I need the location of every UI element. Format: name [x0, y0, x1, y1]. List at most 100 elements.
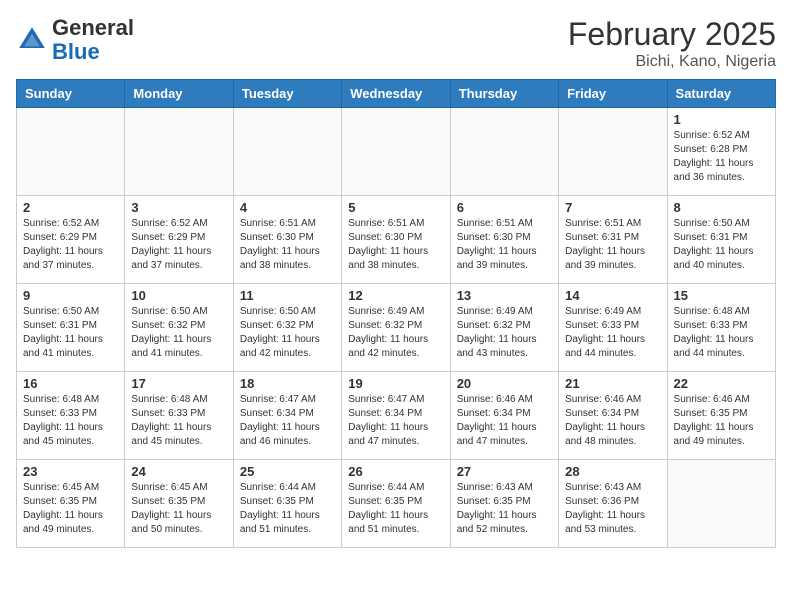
cell-content: Sunrise: 6:50 AM Sunset: 6:31 PM Dayligh… — [674, 217, 769, 273]
calendar-cell — [233, 108, 341, 196]
calendar-cell — [125, 108, 233, 196]
cell-content: Sunrise: 6:49 AM Sunset: 6:32 PM Dayligh… — [457, 305, 552, 361]
calendar-cell: 21 Sunrise: 6:46 AM Sunset: 6:34 PM Dayli… — [559, 372, 667, 460]
calendar-cell: 3 Sunrise: 6:52 AM Sunset: 6:29 PM Daylig… — [125, 196, 233, 284]
calendar-cell: 10 Sunrise: 6:50 AM Sunset: 6:32 PM Dayli… — [125, 284, 233, 372]
day-number: 9 — [23, 288, 118, 303]
logo-blue: Blue — [52, 39, 100, 64]
weekday-friday: Friday — [559, 80, 667, 108]
weekday-saturday: Saturday — [667, 80, 775, 108]
weekday-monday: Monday — [125, 80, 233, 108]
cell-content: Sunrise: 6:49 AM Sunset: 6:33 PM Dayligh… — [565, 305, 660, 361]
cell-content: Sunrise: 6:51 AM Sunset: 6:31 PM Dayligh… — [565, 217, 660, 273]
cell-content: Sunrise: 6:46 AM Sunset: 6:34 PM Dayligh… — [565, 393, 660, 449]
cell-content: Sunrise: 6:46 AM Sunset: 6:35 PM Dayligh… — [674, 393, 769, 449]
day-number: 24 — [131, 464, 226, 479]
day-number: 20 — [457, 376, 552, 391]
calendar-cell: 16Sunrise: 6:48 AM Sunset: 6:33 PM Dayli… — [17, 372, 125, 460]
calendar-cell: 2Sunrise: 6:52 AM Sunset: 6:29 PM Daylig… — [17, 196, 125, 284]
cell-content: Sunrise: 6:48 AM Sunset: 6:33 PM Dayligh… — [131, 393, 226, 449]
week-row-3: 16 Sunrise: 6:48 AM Sunset: 6:33 PM Dayli… — [17, 372, 776, 460]
day-number: 22 — [674, 376, 769, 391]
calendar-cell: 6 Sunrise: 6:51 AM Sunset: 6:30 PM Daylig… — [450, 196, 558, 284]
calendar-cell — [342, 108, 450, 196]
cell-content: Sunrise: 6:44 AM Sunset: 6:35 PM Dayligh… — [348, 481, 443, 537]
calendar-cell: 9Sunrise: 6:50 AM Sunset: 6:31 PM Daylig… — [17, 284, 125, 372]
day-number: 3 — [131, 200, 226, 215]
day-number: 27 — [457, 464, 552, 479]
cell-content: Sunrise: 6:52 AM Sunset: 6:28 PM Dayligh… — [674, 129, 769, 185]
calendar-cell: 27 Sunrise: 6:43 AM Sunset: 6:35 PM Dayli… — [450, 460, 558, 548]
logo-general: General — [52, 15, 134, 40]
month-title: February 2025 — [568, 16, 776, 53]
day-number: 12 — [348, 288, 443, 303]
day-number: 10 — [131, 288, 226, 303]
cell-content: Sunrise: 6:52 AM Sunset: 6:29 PM Dayligh… — [23, 217, 118, 273]
day-number: 26 — [348, 464, 443, 479]
day-number: 25 — [240, 464, 335, 479]
calendar-cell: 8 Sunrise: 6:50 AM Sunset: 6:31 PM Daylig… — [667, 196, 775, 284]
calendar-cell: 7 Sunrise: 6:51 AM Sunset: 6:31 PM Daylig… — [559, 196, 667, 284]
calendar-cell: 13 Sunrise: 6:49 AM Sunset: 6:32 PM Dayli… — [450, 284, 558, 372]
calendar-cell — [450, 108, 558, 196]
day-number: 28 — [565, 464, 660, 479]
day-number: 8 — [674, 200, 769, 215]
cell-content: Sunrise: 6:43 AM Sunset: 6:36 PM Dayligh… — [565, 481, 660, 537]
weekday-tuesday: Tuesday — [233, 80, 341, 108]
cell-content: Sunrise: 6:49 AM Sunset: 6:32 PM Dayligh… — [348, 305, 443, 361]
calendar-cell: 19Sunrise: 6:47 AM Sunset: 6:34 PM Dayli… — [342, 372, 450, 460]
cell-content: Sunrise: 6:51 AM Sunset: 6:30 PM Dayligh… — [457, 217, 552, 273]
calendar-cell: 23 Sunrise: 6:45 AM Sunset: 6:35 PM Dayli… — [17, 460, 125, 548]
week-row-2: 9Sunrise: 6:50 AM Sunset: 6:31 PM Daylig… — [17, 284, 776, 372]
calendar-cell: 12 Sunrise: 6:49 AM Sunset: 6:32 PM Dayli… — [342, 284, 450, 372]
week-row-1: 2Sunrise: 6:52 AM Sunset: 6:29 PM Daylig… — [17, 196, 776, 284]
day-number: 11 — [240, 288, 335, 303]
day-number: 4 — [240, 200, 335, 215]
calendar-body: 1 Sunrise: 6:52 AM Sunset: 6:28 PM Daylig… — [17, 108, 776, 548]
calendar-cell: 4 Sunrise: 6:51 AM Sunset: 6:30 PM Daylig… — [233, 196, 341, 284]
day-number: 1 — [674, 112, 769, 127]
weekday-sunday: Sunday — [17, 80, 125, 108]
calendar-cell: 18 Sunrise: 6:47 AM Sunset: 6:34 PM Dayli… — [233, 372, 341, 460]
logo-icon — [16, 24, 48, 56]
cell-content: Sunrise: 6:45 AM Sunset: 6:35 PM Dayligh… — [23, 481, 118, 537]
cell-content: Sunrise: 6:46 AM Sunset: 6:34 PM Dayligh… — [457, 393, 552, 449]
cell-content: Sunrise: 6:45 AM Sunset: 6:35 PM Dayligh… — [131, 481, 226, 537]
cell-content: Sunrise: 6:50 AM Sunset: 6:32 PM Dayligh… — [240, 305, 335, 361]
day-number: 14 — [565, 288, 660, 303]
cell-content: Sunrise: 6:51 AM Sunset: 6:30 PM Dayligh… — [348, 217, 443, 273]
calendar-table: SundayMondayTuesdayWednesdayThursdayFrid… — [16, 79, 776, 548]
day-number: 17 — [131, 376, 226, 391]
calendar-cell: 20 Sunrise: 6:46 AM Sunset: 6:34 PM Dayli… — [450, 372, 558, 460]
calendar-cell: 17 Sunrise: 6:48 AM Sunset: 6:33 PM Dayli… — [125, 372, 233, 460]
calendar-cell: 15Sunrise: 6:48 AM Sunset: 6:33 PM Dayli… — [667, 284, 775, 372]
day-number: 5 — [348, 200, 443, 215]
cell-content: Sunrise: 6:47 AM Sunset: 6:34 PM Dayligh… — [240, 393, 335, 449]
calendar-cell: 22 Sunrise: 6:46 AM Sunset: 6:35 PM Dayli… — [667, 372, 775, 460]
day-number: 21 — [565, 376, 660, 391]
calendar-cell — [667, 460, 775, 548]
weekday-thursday: Thursday — [450, 80, 558, 108]
day-number: 7 — [565, 200, 660, 215]
cell-content: Sunrise: 6:52 AM Sunset: 6:29 PM Dayligh… — [131, 217, 226, 273]
day-number: 23 — [23, 464, 118, 479]
day-number: 13 — [457, 288, 552, 303]
day-number: 16 — [23, 376, 118, 391]
calendar-cell: 26 Sunrise: 6:44 AM Sunset: 6:35 PM Dayli… — [342, 460, 450, 548]
day-number: 18 — [240, 376, 335, 391]
calendar-cell: 1 Sunrise: 6:52 AM Sunset: 6:28 PM Daylig… — [667, 108, 775, 196]
calendar-cell: 11 Sunrise: 6:50 AM Sunset: 6:32 PM Dayli… — [233, 284, 341, 372]
day-number: 6 — [457, 200, 552, 215]
calendar-cell — [559, 108, 667, 196]
calendar-cell: 14 Sunrise: 6:49 AM Sunset: 6:33 PM Dayli… — [559, 284, 667, 372]
calendar-cell: 24 Sunrise: 6:45 AM Sunset: 6:35 PM Dayli… — [125, 460, 233, 548]
day-number: 15 — [674, 288, 769, 303]
page-header: General Blue February 2025 Bichi, Kano, … — [16, 16, 776, 71]
cell-content: Sunrise: 6:51 AM Sunset: 6:30 PM Dayligh… — [240, 217, 335, 273]
cell-content: Sunrise: 6:44 AM Sunset: 6:35 PM Dayligh… — [240, 481, 335, 537]
calendar-cell: 28 Sunrise: 6:43 AM Sunset: 6:36 PM Dayli… — [559, 460, 667, 548]
cell-content: Sunrise: 6:50 AM Sunset: 6:32 PM Dayligh… — [131, 305, 226, 361]
cell-content: Sunrise: 6:43 AM Sunset: 6:35 PM Dayligh… — [457, 481, 552, 537]
title-area: February 2025 Bichi, Kano, Nigeria — [568, 16, 776, 71]
week-row-0: 1 Sunrise: 6:52 AM Sunset: 6:28 PM Daylig… — [17, 108, 776, 196]
